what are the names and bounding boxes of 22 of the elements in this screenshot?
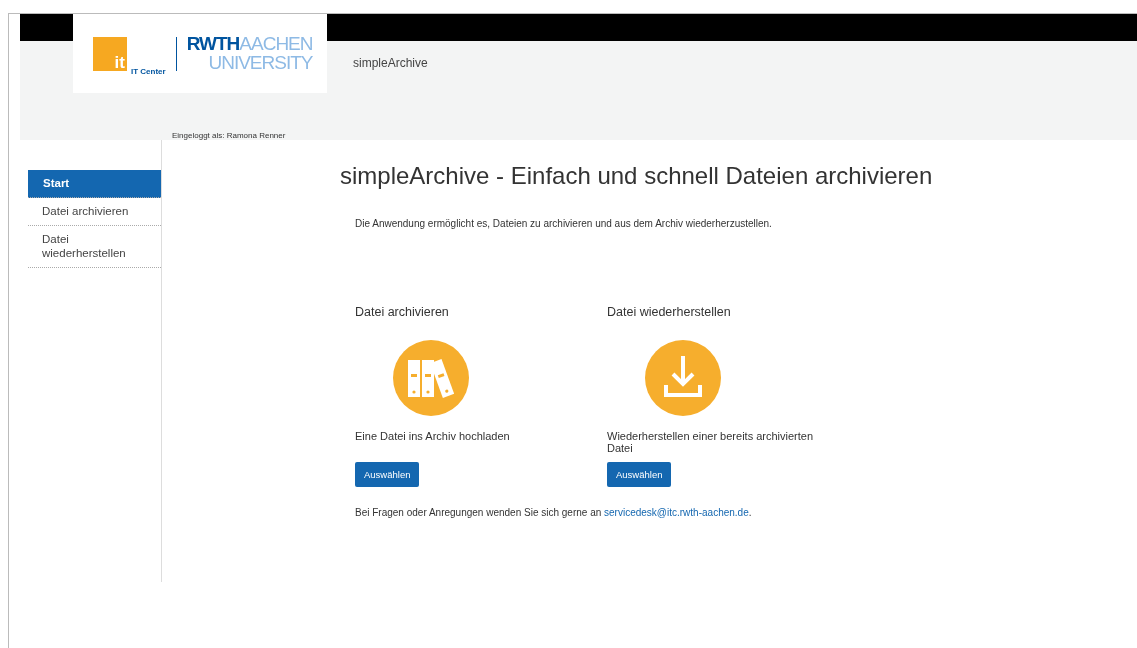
sidebar-item[interactable]: Datei archivieren: [28, 198, 161, 227]
email-link[interactable]: servicedesk@itc.rwth-aachen.de: [604, 507, 749, 518]
sidebar-item[interactable]: Start: [28, 170, 161, 199]
page-heading: simpleArchive - Einfach und schnell Dateien archivieren: [340, 162, 933, 190]
logo-mark: it: [93, 36, 127, 71]
card-description: Wiederherstellen einer bereits archivierten Datei: [607, 430, 815, 456]
app-title: simpleArchive: [353, 56, 428, 70]
download-icon: [645, 340, 721, 416]
card-description: Eine Datei ins Archiv hochladen: [355, 430, 511, 444]
card-title: Datei wiederherstellen: [607, 305, 732, 319]
logo-unit-text: IT Center: [131, 67, 166, 76]
sidebar-item[interactable]: Datei wiederherstellen: [28, 226, 161, 268]
login-info: Eingeloggt als: Ramona Renner: [172, 131, 286, 140]
intro-text: Die Anwendung ermöglicht es, Dateien zu archivieren und aus dem Archiv wiederherzustellen.: [355, 218, 773, 229]
binders-icon: [393, 340, 469, 416]
contact-text: Bei Fragen oder Anregungen wenden Sie sich gerne an servicedesk@itc.rwth-aachen.de.: [355, 507, 753, 518]
card-title: Datei archivieren: [355, 305, 450, 319]
logo-text: AACHEN: [239, 35, 313, 54]
logo-text: UNIVERSITY: [208, 53, 313, 72]
logo-text: RWTH: [186, 35, 240, 54]
select-button[interactable]: Auswählen: [607, 462, 672, 487]
select-button[interactable]: Auswählen: [355, 462, 420, 487]
